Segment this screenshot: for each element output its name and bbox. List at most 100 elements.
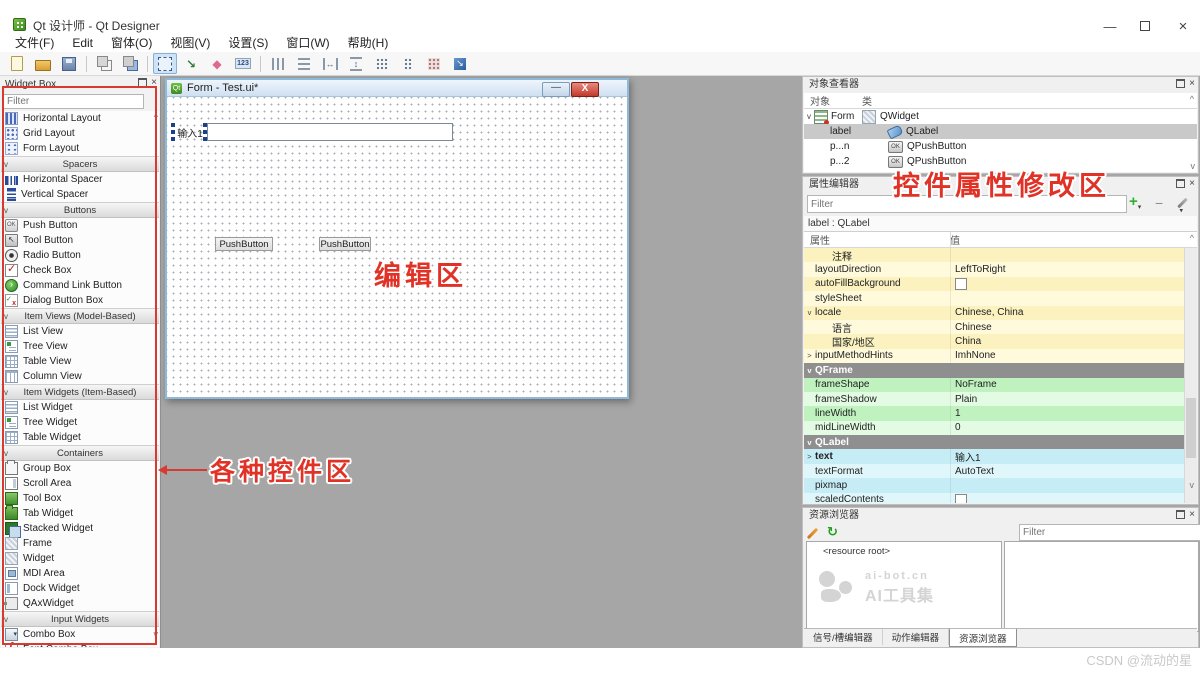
float-panel-icon[interactable]: [1176, 79, 1185, 88]
property-section-header[interactable]: vQLabel: [804, 435, 1197, 449]
column-value[interactable]: 值: [950, 232, 960, 247]
widget-box-item[interactable]: Tool Button: [1, 233, 159, 248]
add-dynamic-property-icon[interactable]: +: [1129, 193, 1141, 210]
reload-resources-icon[interactable]: ↻: [827, 524, 838, 540]
widget-box-section[interactable]: vItem Views (Model-Based): [1, 308, 159, 324]
widget-box-item[interactable]: Tab Widget: [1, 506, 159, 521]
column-property[interactable]: 属性: [804, 232, 950, 247]
layout-horizontal-icon[interactable]: [266, 53, 290, 74]
widget-box-item[interactable]: Table View: [1, 354, 159, 369]
adjust-size-icon[interactable]: ↘: [448, 53, 472, 74]
resource-root-item[interactable]: <resource root>: [823, 546, 890, 557]
property-row[interactable]: midLineWidth0: [804, 421, 1197, 435]
property-row[interactable]: pixmap: [804, 478, 1197, 492]
layout-grid-icon[interactable]: [370, 53, 394, 74]
property-row[interactable]: frameShapeNoFrame: [804, 378, 1197, 392]
widget-box-item[interactable]: Dialog Button Box: [1, 293, 159, 308]
object-tree-row[interactable]: labelQLabel: [804, 124, 1197, 139]
selection-handle[interactable]: [171, 137, 175, 141]
widget-box-item[interactable]: Tool Box: [1, 491, 159, 506]
widget-box-item[interactable]: Command Link Button: [1, 278, 159, 293]
widget-box-section[interactable]: vContainers: [1, 445, 159, 461]
widget-box-item[interactable]: MDI Area: [1, 566, 159, 581]
resource-filter-input[interactable]: [1019, 524, 1200, 541]
property-row[interactable]: autoFillBackground: [804, 277, 1197, 291]
property-row[interactable]: layoutDirectionLeftToRight: [804, 262, 1197, 276]
close-icon[interactable]: ×: [1168, 18, 1198, 34]
widget-box-item[interactable]: Table Widget: [1, 430, 159, 445]
layout-vertical-icon[interactable]: [292, 53, 316, 74]
widget-box-item[interactable]: Widget: [1, 551, 159, 566]
column-class[interactable]: 类: [862, 93, 872, 108]
property-row[interactable]: 语言Chinese: [804, 320, 1197, 334]
qlineedit-widget[interactable]: [207, 123, 453, 141]
checkbox-unchecked-icon[interactable]: [955, 278, 967, 290]
widget-box-item[interactable]: Scroll Area: [1, 476, 159, 491]
edit-widgets-icon[interactable]: [153, 53, 177, 74]
scroll-down-icon[interactable]: v: [154, 629, 159, 639]
column-object[interactable]: 对象: [804, 93, 862, 108]
widget-box-item[interactable]: Font Combo Box: [1, 642, 159, 647]
bottom-tab-1[interactable]: 动作编辑器: [883, 629, 950, 645]
property-row[interactable]: vlocaleChinese, China: [804, 306, 1197, 320]
property-row[interactable]: >text输入1: [804, 449, 1197, 463]
remove-dynamic-property-icon[interactable]: −: [1155, 195, 1163, 211]
scroll-up-icon[interactable]: ^: [1190, 233, 1194, 243]
widget-box-item[interactable]: Tree View: [1, 339, 159, 354]
chevron-down-icon[interactable]: v: [804, 112, 814, 121]
edit-buddies-icon[interactable]: ◆: [205, 53, 229, 74]
chevron-right-icon[interactable]: >: [804, 351, 815, 360]
pushbutton-widget[interactable]: PushButton: [319, 237, 371, 251]
layout-vertical-splitter-icon[interactable]: ↕: [344, 53, 368, 74]
widget-box-item[interactable]: Check Box: [1, 263, 159, 278]
widget-box-item[interactable]: Column View: [1, 369, 159, 384]
scroll-up-icon[interactable]: ^: [1190, 94, 1194, 104]
float-panel-icon[interactable]: [1176, 179, 1185, 188]
open-file-icon[interactable]: [31, 53, 55, 74]
close-panel-icon[interactable]: ×: [1189, 80, 1195, 88]
widget-box-section[interactable]: vInput Widgets: [1, 611, 159, 627]
widget-box-item[interactable]: Horizontal Layout: [1, 111, 159, 126]
chevron-down-icon[interactable]: v: [804, 308, 815, 317]
widget-box-section[interactable]: vButtons: [1, 202, 159, 218]
widget-box-item[interactable]: Radio Button: [1, 248, 159, 263]
widget-box-item[interactable]: Stacked Widget: [1, 521, 159, 536]
menu-item-3[interactable]: 视图(V): [161, 34, 219, 52]
minimize-icon[interactable]: —: [1095, 18, 1125, 34]
maximize-icon[interactable]: [1130, 18, 1160, 34]
layout-form-icon[interactable]: [396, 53, 420, 74]
property-row[interactable]: 注释: [804, 248, 1197, 262]
property-row[interactable]: scaledContents: [804, 493, 1197, 503]
widget-box-item[interactable]: Horizontal Spacer: [1, 172, 159, 187]
widget-box-item[interactable]: Grid Layout: [1, 126, 159, 141]
scroll-down-icon[interactable]: v: [1190, 480, 1195, 490]
save-icon[interactable]: [57, 53, 81, 74]
menu-item-5[interactable]: 窗口(W): [277, 34, 338, 52]
menu-item-1[interactable]: Edit: [63, 34, 102, 52]
widget-box-item[interactable]: Group Box: [1, 461, 159, 476]
object-tree-row[interactable]: p...nOKQPushButton: [804, 139, 1197, 154]
widget-box-item[interactable]: Combo Box: [1, 627, 159, 642]
close-panel-icon[interactable]: ×: [1189, 180, 1195, 188]
close-panel-icon[interactable]: ×: [1189, 511, 1195, 519]
widget-box-item[interactable]: Frame: [1, 536, 159, 551]
close-icon[interactable]: X: [571, 82, 599, 97]
column-divider[interactable]: [950, 232, 951, 247]
scroll-up-icon[interactable]: ^: [154, 112, 158, 122]
chevron-right-icon[interactable]: >: [804, 452, 815, 461]
break-layout-icon[interactable]: [422, 53, 446, 74]
resource-detail-pane[interactable]: [1004, 541, 1199, 632]
widget-box-item[interactable]: QAxWidget: [1, 596, 159, 611]
property-row[interactable]: frameShadowPlain: [804, 392, 1197, 406]
property-row[interactable]: lineWidth1: [804, 406, 1197, 420]
bottom-tab-0[interactable]: 信号/槽编辑器: [804, 629, 883, 645]
menu-item-4[interactable]: 设置(S): [219, 34, 277, 52]
widget-box-item[interactable]: Form Layout: [1, 141, 159, 156]
float-panel-icon[interactable]: [138, 78, 147, 87]
property-row[interactable]: styleSheet: [804, 291, 1197, 305]
edit-tab-order-icon[interactable]: 123: [231, 53, 255, 74]
scrollbar-thumb[interactable]: [1186, 398, 1196, 458]
bottom-tab-2[interactable]: 资源浏览器: [949, 629, 1017, 647]
configure-property-editor-icon[interactable]: [1177, 198, 1188, 209]
menu-item-6[interactable]: 帮助(H): [339, 34, 398, 52]
